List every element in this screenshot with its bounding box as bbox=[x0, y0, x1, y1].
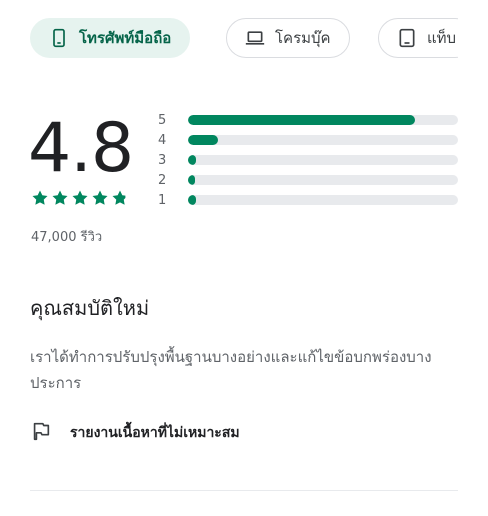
rating-bar-track bbox=[188, 115, 458, 125]
rating-bar-fill bbox=[188, 175, 195, 185]
rating-bar-fill bbox=[188, 155, 197, 165]
star-full-icon bbox=[32, 190, 48, 205]
star-rating bbox=[31, 189, 129, 207]
tablet-icon bbox=[397, 28, 417, 48]
rating-bar-fill bbox=[188, 195, 197, 205]
average-rating: 4.8 bbox=[28, 109, 134, 188]
tab-chromebook-label: โครมบุ๊ค bbox=[275, 29, 331, 47]
rating-row-label: 5 bbox=[158, 112, 167, 128]
tab-phone[interactable]: โทรศัพท์มือถือ bbox=[30, 18, 191, 58]
star-full-icon bbox=[92, 190, 108, 205]
rating-row-5: 5 bbox=[158, 110, 458, 130]
report-label: รายงานเนื้อหาที่ไม่เหมาะสม bbox=[70, 425, 240, 441]
review-count: 47,000 รีวิว bbox=[31, 230, 103, 245]
divider bbox=[30, 490, 458, 491]
rating-row-2: 2 bbox=[158, 170, 458, 190]
rating-bar-fill bbox=[188, 135, 218, 145]
whats-new-body: เราได้ทำการปรับปรุงพื้นฐานบางอย่างและแก้… bbox=[30, 348, 432, 392]
rating-bar-track bbox=[188, 135, 458, 145]
rating-row-label: 1 bbox=[158, 192, 167, 208]
rating-row-label: 2 bbox=[158, 172, 167, 188]
whats-new-title: คุณสมบัติใหม่ bbox=[30, 296, 150, 320]
rating-row-3: 3 bbox=[158, 150, 458, 170]
star-full-icon bbox=[52, 190, 68, 205]
phone-icon bbox=[49, 28, 69, 48]
rating-bar-track bbox=[188, 155, 458, 165]
report-link[interactable]: รายงานเนื้อหาที่ไม่เหมาะสม bbox=[30, 420, 240, 446]
star-half-icon bbox=[112, 190, 128, 205]
rating-bar-fill bbox=[188, 115, 415, 125]
tab-tablet-label: แท็บ bbox=[427, 29, 457, 47]
flag-icon bbox=[30, 420, 52, 446]
rating-row-label: 4 bbox=[158, 132, 167, 148]
tab-tablet[interactable]: แท็บ bbox=[378, 18, 458, 58]
tab-phone-label: โทรศัพท์มือถือ bbox=[79, 29, 172, 47]
rating-bar-track bbox=[188, 195, 458, 205]
rating-row-4: 4 bbox=[158, 130, 458, 150]
device-tabs: โทรศัพท์มือถือ โครมบุ๊ค แท็บ bbox=[30, 18, 458, 60]
tab-chromebook[interactable]: โครมบุ๊ค bbox=[226, 18, 350, 58]
rating-bar-track bbox=[188, 175, 458, 185]
laptop-icon bbox=[245, 28, 265, 48]
rating-distribution: 5 4 3 2 1 bbox=[158, 110, 458, 210]
star-full-icon bbox=[72, 190, 88, 205]
rating-row-label: 3 bbox=[158, 152, 167, 168]
rating-row-1: 1 bbox=[158, 190, 458, 210]
